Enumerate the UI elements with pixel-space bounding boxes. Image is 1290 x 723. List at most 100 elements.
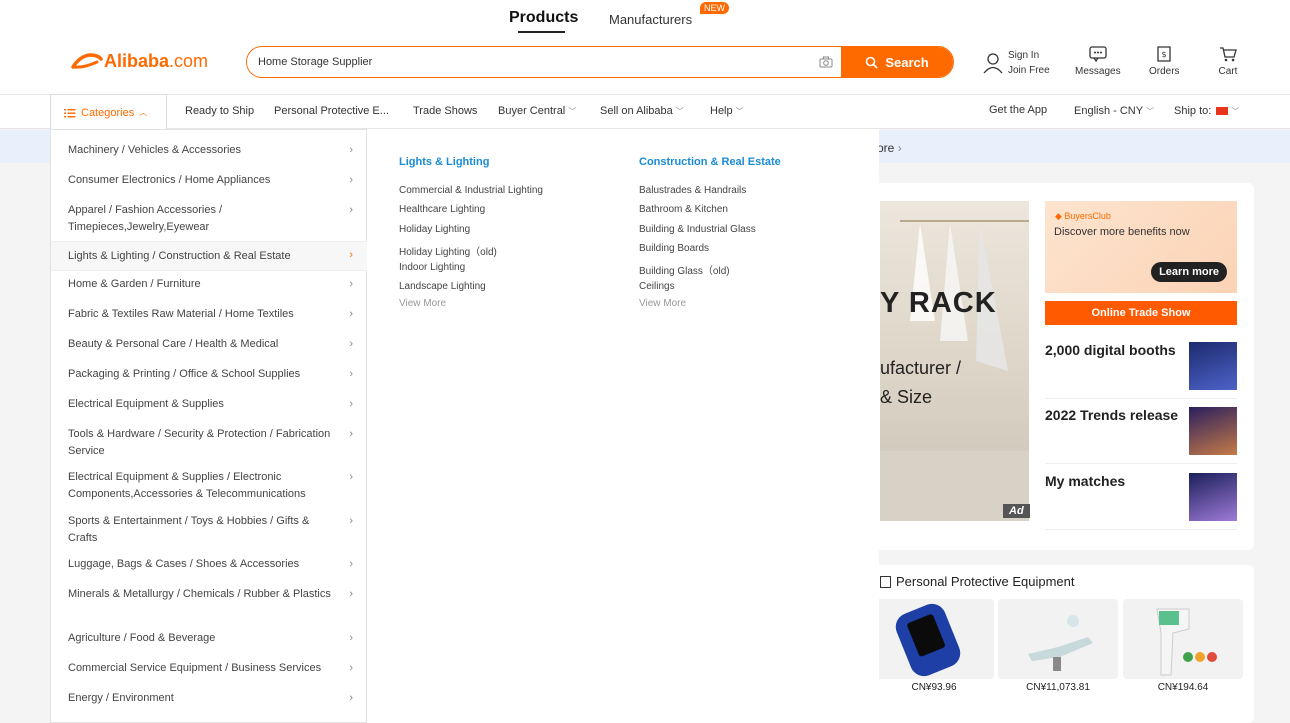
search-input[interactable]	[247, 47, 811, 77]
buyers-club-card[interactable]: ◆ BuyersClub Discover more benefits now …	[1045, 201, 1237, 293]
digital-booths-image	[1189, 342, 1237, 390]
category-item[interactable]: Packaging & Printing / Office & School S…	[51, 366, 367, 383]
product-oximeter[interactable]	[874, 599, 994, 679]
promo-digital-booths[interactable]: 2,000 digital booths	[1045, 342, 1237, 399]
category-item[interactable]: Electrical Equipment & Supplies ›	[51, 396, 367, 413]
chevron-down-icon: ﹀	[675, 106, 684, 116]
subcategory-heading[interactable]: Lights & Lighting	[399, 156, 489, 168]
help-label: Help	[710, 105, 733, 117]
tab-manufacturers[interactable]: Manufacturers	[609, 12, 692, 27]
category-label: Apparel / Fashion Accessories / Timepiec…	[68, 204, 223, 233]
nav-item-ppe[interactable]: Personal Protective E...	[274, 105, 389, 117]
product-thermometer[interactable]	[1123, 599, 1243, 679]
nav-item-help[interactable]: Help ﹀	[710, 105, 744, 117]
view-more-link[interactable]: View More	[639, 298, 686, 309]
cart-button[interactable]: Cart	[1218, 45, 1238, 77]
category-label: Lights & Lighting / Construction & Real …	[68, 250, 291, 262]
categories-button[interactable]: Categories ︿	[50, 94, 167, 130]
subcategory-link[interactable]: Balustrades & Handrails	[639, 185, 746, 196]
category-item[interactable]: Fabric & Textiles Raw Material / Home Te…	[51, 306, 367, 323]
category-label: Agriculture / Food & Beverage	[68, 632, 216, 644]
learn-more-button[interactable]: Learn more	[1151, 262, 1227, 282]
search-button[interactable]: Search	[841, 47, 953, 77]
messages-button[interactable]: Messages	[1075, 45, 1121, 77]
subcategory-link[interactable]: Building Boards	[639, 243, 709, 254]
language-label: English - CNY	[1074, 105, 1144, 117]
language-currency-selector[interactable]: English - CNY ﹀	[1074, 105, 1154, 117]
orders-icon: $	[1157, 46, 1171, 62]
chevron-down-icon: ﹀	[568, 106, 577, 116]
sign-in-link[interactable]: Sign In	[1008, 48, 1050, 63]
product-dental-chair[interactable]	[998, 599, 1118, 679]
category-item[interactable]: Minerals & Metallurgy / Chemicals / Rubb…	[51, 586, 367, 603]
subcategory-link[interactable]: Ceilings	[639, 281, 675, 292]
category-item[interactable]: Beauty & Personal Care / Health & Medica…	[51, 336, 367, 353]
search-bar: Search	[246, 46, 954, 78]
nav-item-ready-to-ship[interactable]: Ready to Ship	[185, 105, 254, 117]
chevron-right-icon: ›	[349, 338, 353, 350]
chevron-right-icon: ›	[349, 249, 353, 261]
ppe-section-title[interactable]: Personal Protective Equipment	[880, 574, 1074, 589]
buyers-club-description: Discover more benefits now	[1054, 226, 1190, 238]
chevron-right-icon: ›	[349, 308, 353, 320]
category-item[interactable]: Electrical Equipment & Supplies / Electr…	[51, 469, 367, 503]
subcategory-link[interactable]: Indoor Lighting	[399, 262, 465, 273]
chevron-right-icon: ›	[349, 515, 353, 527]
ppe-icon	[880, 575, 891, 588]
subcategory-link[interactable]: Bathroom & Kitchen	[639, 204, 728, 215]
alibaba-logo[interactable]: Alibaba.com	[70, 50, 208, 72]
my-matches-image	[1189, 473, 1237, 521]
chevron-right-icon: ›	[349, 632, 353, 644]
category-item[interactable]: Home & Garden / Furniture ›	[51, 276, 367, 293]
chevron-down-icon: ﹀	[1231, 106, 1240, 116]
get-the-app-link[interactable]: Get the App	[989, 104, 1047, 116]
more-link[interactable]: ore ›	[877, 141, 902, 155]
buyers-club-logo: ◆ BuyersClub	[1055, 211, 1111, 221]
category-label: Electrical Equipment & Supplies	[68, 398, 224, 410]
category-label: Home & Garden / Furniture	[68, 278, 201, 290]
nav-item-trade-shows[interactable]: Trade Shows	[413, 105, 477, 117]
nav-item-sell-on-alibaba[interactable]: Sell on Alibaba ﹀	[600, 105, 684, 117]
chevron-up-icon: ︿	[139, 108, 148, 117]
svg-text:$: $	[1162, 50, 1167, 59]
category-item[interactable]: Machinery / Vehicles & Accessories ›	[51, 142, 367, 159]
online-trade-show-button[interactable]: Online Trade Show	[1045, 301, 1237, 325]
category-item[interactable]: Agriculture / Food & Beverage ›	[51, 630, 367, 647]
chevron-right-icon: ›	[349, 588, 353, 600]
view-more-link[interactable]: View More	[399, 298, 446, 309]
subcategory-link[interactable]: Building Glass（old)	[639, 262, 730, 277]
promo-trends-release[interactable]: 2022 Trends release	[1045, 407, 1237, 464]
subcategory-panel: Lights & Lighting Commercial & Industria…	[367, 129, 879, 723]
orders-label: Orders	[1149, 66, 1180, 77]
subcategory-link[interactable]: Landscape Lighting	[399, 281, 486, 292]
alibaba-logo-icon	[71, 53, 103, 69]
ship-to-selector[interactable]: Ship to: ﹀	[1174, 105, 1239, 117]
category-item[interactable]: Consumer Electronics / Home Appliances ›	[51, 172, 367, 189]
top-header: Products Manufacturers NEW Alibaba.com S…	[0, 0, 1290, 94]
category-item-active[interactable]: Lights & Lighting / Construction & Real …	[51, 241, 367, 271]
product-price: CN¥11,073.81	[1026, 682, 1090, 693]
category-item[interactable]: Tools & Hardware / Security & Protection…	[51, 426, 367, 460]
tab-products[interactable]: Products	[509, 9, 578, 27]
category-item[interactable]: Commercial Service Equipment / Business …	[51, 660, 367, 677]
subcategory-heading[interactable]: Construction & Real Estate	[639, 156, 781, 168]
nav-item-buyer-central[interactable]: Buyer Central ﹀	[498, 105, 576, 117]
subcategory-link[interactable]: Healthcare Lighting	[399, 204, 485, 215]
join-free-link[interactable]: Join Free	[1008, 63, 1050, 78]
category-item[interactable]: Luggage, Bags & Cases / Shoes & Accessor…	[51, 556, 367, 573]
promo-my-matches[interactable]: My matches	[1045, 473, 1237, 530]
category-item[interactable]: Sports & Entertainment / Toys & Hobbies …	[51, 513, 367, 547]
chevron-right-icon: ›	[349, 144, 353, 156]
category-label: Electrical Equipment & Supplies / Electr…	[68, 471, 306, 500]
subcategory-link[interactable]: Holiday Lighting	[399, 224, 470, 235]
subcategory-link[interactable]: Commercial & Industrial Lighting	[399, 185, 543, 196]
sign-in[interactable]: Sign In Join Free	[982, 48, 1050, 78]
subcategory-link[interactable]: Holiday Lighting（old)	[399, 243, 497, 258]
camera-icon[interactable]	[811, 47, 841, 77]
category-label: Beauty & Personal Care / Health & Medica…	[68, 338, 279, 350]
orders-button[interactable]: $ Orders	[1149, 45, 1180, 77]
subcategory-link[interactable]: Building & Industrial Glass	[639, 224, 756, 235]
category-item[interactable]: Apparel / Fashion Accessories / Timepiec…	[51, 202, 367, 236]
category-label: Sports & Entertainment / Toys & Hobbies …	[68, 515, 310, 544]
category-item[interactable]: Energy / Environment ›	[51, 690, 367, 707]
